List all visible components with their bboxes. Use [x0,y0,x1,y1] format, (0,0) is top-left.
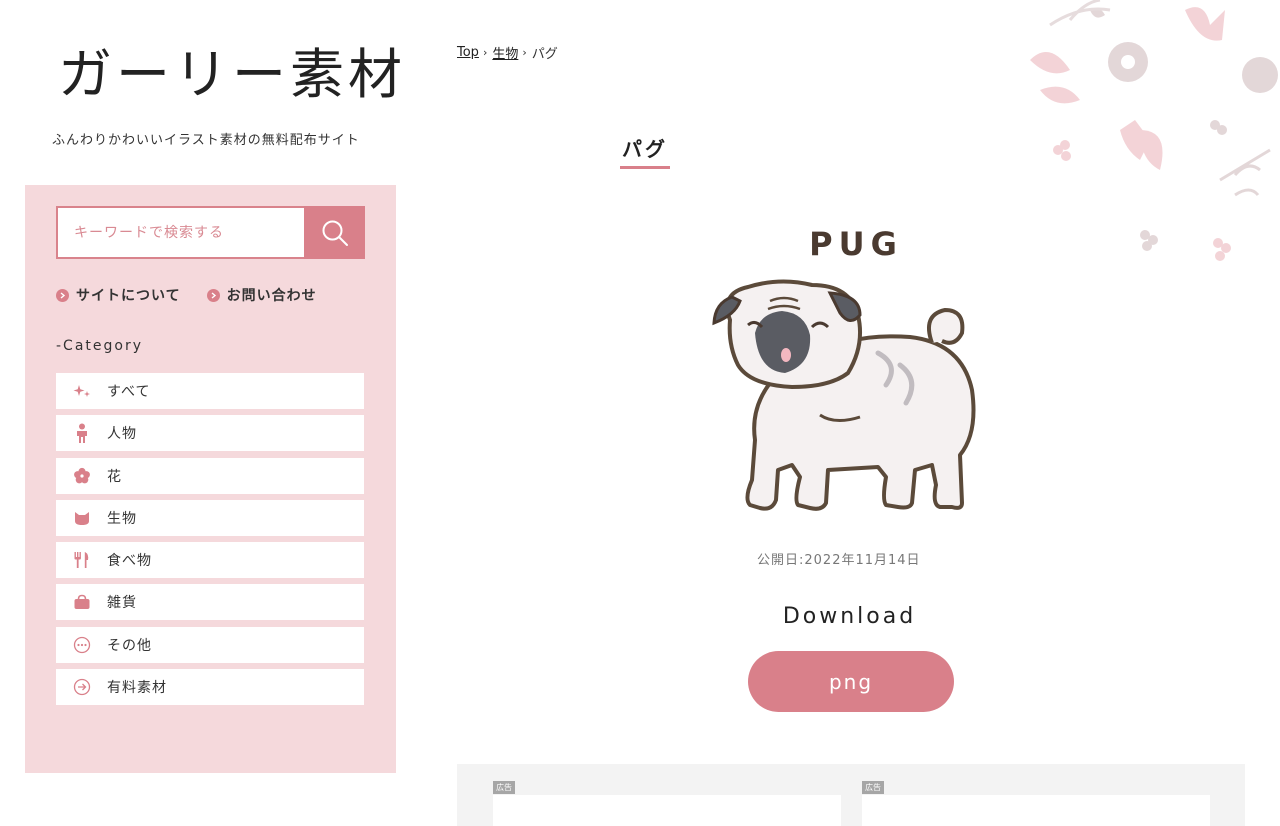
chevron-right-icon: › [482,46,488,59]
breadcrumb-current: パグ [531,47,558,62]
pug-illustration: PUG [712,225,976,511]
search-button[interactable] [304,206,365,259]
category-heading: -Category [56,338,144,354]
breadcrumb-animals[interactable]: 生物 [492,43,518,62]
arrow-circle-icon [73,678,91,696]
site-tagline: ふんわりかわいいイラスト素材の無料配布サイト [52,133,360,148]
ad-label: 広告 [862,781,884,794]
about-link[interactable]: サイトについて [56,285,181,305]
ad-slot[interactable]: 広告 [493,781,841,826]
download-heading: Download [782,604,917,629]
category-label: 人物 [107,426,137,443]
chevron-right-icon [206,288,220,302]
breadcrumb-top[interactable]: Top [457,45,479,60]
category-label: 生物 [107,510,137,527]
contact-link-label: お問い合わせ [226,288,317,304]
category-item-food[interactable]: 食べ物 [56,542,364,579]
about-link-label: サイトについて [76,288,181,304]
illustration-caption: PUG [809,225,903,263]
flower-icon [73,467,91,485]
ad-area: 広告 広告 [457,764,1245,826]
chevron-right-icon: › [522,46,527,59]
floral-decoration-icon [1030,0,1278,261]
category-label: 食べ物 [107,553,152,570]
category-item-other[interactable]: その他 [56,626,364,663]
search-form [56,206,365,259]
category-item-animals[interactable]: 生物 [56,499,364,536]
category-list: すべて 人物 花 生物 食べ物 雑貨 その他 有料素材 [56,373,364,711]
category-item-paid[interactable]: 有料素材 [56,669,364,706]
category-label: すべて [107,384,151,400]
ad-label: 広告 [493,781,515,794]
category-item-flowers[interactable]: 花 [56,457,364,494]
category-label: その他 [107,637,152,654]
bag-icon [73,593,91,611]
category-label: 花 [107,468,122,485]
sparkle-icon [73,382,91,400]
category-item-goods[interactable]: 雑貨 [56,584,364,621]
search-icon [322,220,348,246]
site-title[interactable]: ガーリー素材 [58,30,406,109]
category-label: 雑貨 [107,595,137,612]
sidebar: サイトについて お問い合わせ -Category すべて 人物 花 [25,185,396,773]
sub-links: サイトについて お問い合わせ [56,285,317,305]
person-icon [73,423,91,444]
category-item-all[interactable]: すべて [56,373,364,409]
chevron-right-icon [56,288,69,302]
fork-knife-icon [73,551,91,569]
contact-link[interactable]: お問い合わせ [206,285,317,305]
category-item-people[interactable]: 人物 [56,415,364,452]
search-input[interactable] [56,206,304,259]
publish-date: 公開日:2022年11月14日 [757,553,921,568]
download-png-button[interactable]: png [748,651,954,712]
category-label: 有料素材 [107,680,167,697]
page-title: パグ [620,133,670,169]
breadcrumb: Top › 生物 › パグ [457,43,558,62]
cat-icon [73,509,91,527]
ad-slot[interactable]: 広告 [862,781,1210,826]
more-icon [73,636,91,654]
